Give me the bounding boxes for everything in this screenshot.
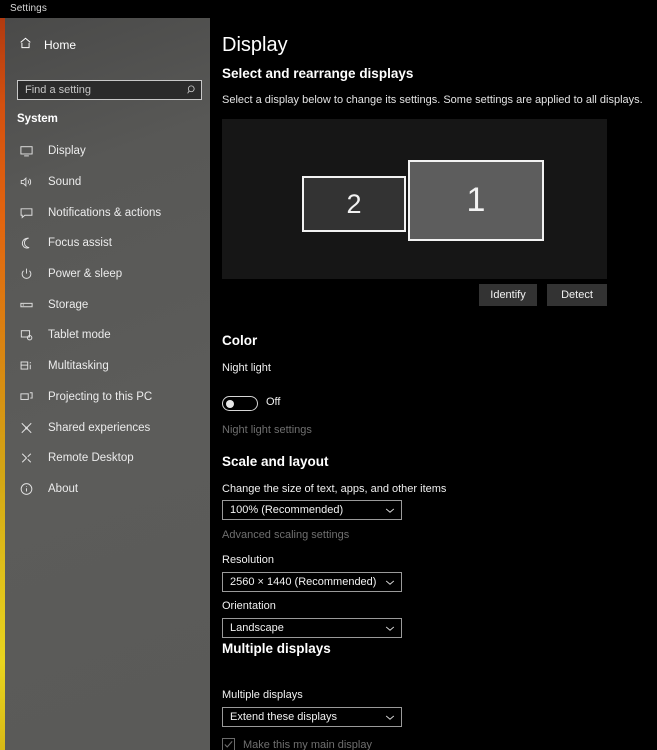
- night-light-label: Night light: [222, 362, 271, 374]
- power-icon: [18, 266, 35, 282]
- sidebar-item-home-label: Home: [44, 38, 77, 52]
- settings-window: Settings Home System: [0, 0, 657, 750]
- sidebar-nav: Display Sound Notifications & actions Fo…: [5, 136, 210, 504]
- search-icon[interactable]: [183, 84, 201, 96]
- night-light-toggle[interactable]: [222, 396, 258, 411]
- sidebar-item-shared-experiences[interactable]: Shared experiences: [5, 412, 210, 443]
- sidebar-item-shared-experiences-label: Shared experiences: [48, 421, 151, 434]
- sidebar-item-sound[interactable]: Sound: [5, 167, 210, 198]
- orientation-dropdown[interactable]: Landscape: [222, 618, 402, 638]
- sidebar-item-focus-assist[interactable]: Focus assist: [5, 228, 210, 259]
- resolution-dropdown-value: 2560 × 1440 (Recommended): [230, 576, 377, 588]
- home-icon: [18, 36, 33, 55]
- sidebar-item-power-sleep[interactable]: Power & sleep: [5, 259, 210, 290]
- sidebar-item-multitasking[interactable]: Multitasking: [5, 351, 210, 382]
- scale-label: Change the size of text, apps, and other…: [222, 483, 447, 495]
- sidebar-item-storage[interactable]: Storage: [5, 289, 210, 320]
- title-bar: Settings: [0, 0, 657, 18]
- identify-button[interactable]: Identify: [479, 284, 537, 306]
- sidebar-item-projecting[interactable]: Projecting to this PC: [5, 382, 210, 413]
- main-display-checkbox-row[interactable]: Make this my main display: [222, 738, 372, 750]
- drive-icon: [18, 297, 35, 313]
- sidebar-item-multitasking-label: Multitasking: [48, 360, 109, 373]
- shared-icon: [18, 420, 35, 436]
- section-heading-multiple-displays: Multiple displays: [222, 641, 331, 656]
- monitor-icon: [18, 143, 35, 159]
- main-display-checkbox[interactable]: [222, 738, 235, 750]
- projecting-icon: [18, 389, 35, 405]
- multiple-displays-dropdown[interactable]: Extend these displays: [222, 707, 402, 727]
- sidebar-item-remote-desktop[interactable]: Remote Desktop: [5, 443, 210, 474]
- main-display-checkbox-label: Make this my main display: [243, 738, 372, 750]
- search-box[interactable]: [17, 80, 202, 100]
- monitor-preview-1-number: 1: [466, 181, 486, 219]
- night-light-settings-link[interactable]: Night light settings: [222, 424, 312, 436]
- sidebar-item-power-sleep-label: Power & sleep: [48, 268, 123, 281]
- sidebar-item-about[interactable]: About: [5, 474, 210, 505]
- section-heading-arrange: Select and rearrange displays: [222, 66, 414, 81]
- sidebar-item-display-label: Display: [48, 145, 86, 158]
- advanced-scaling-settings-link[interactable]: Advanced scaling settings: [222, 529, 349, 541]
- night-light-state: Off: [266, 396, 281, 408]
- display-arrangement-canvas[interactable]: 2 1: [222, 119, 607, 279]
- multiple-displays-label: Multiple displays: [222, 689, 303, 701]
- chevron-down-icon: [379, 507, 401, 514]
- monitor-preview-2-number: 2: [346, 188, 362, 219]
- sidebar-item-tablet-mode-label: Tablet mode: [48, 329, 111, 342]
- info-icon: [18, 481, 35, 497]
- sidebar-item-display[interactable]: Display: [5, 136, 210, 167]
- sidebar-item-about-label: About: [48, 482, 79, 495]
- multitasking-icon: [18, 358, 35, 374]
- chevron-down-icon: [379, 625, 401, 632]
- detect-button[interactable]: Detect: [547, 284, 607, 306]
- sidebar-item-projecting-label: Projecting to this PC: [48, 390, 153, 403]
- section-heading-color: Color: [222, 333, 258, 348]
- orientation-label: Orientation: [222, 600, 276, 612]
- window-title: Settings: [10, 3, 47, 14]
- chevron-down-icon: [379, 579, 401, 586]
- sidebar-item-remote-desktop-label: Remote Desktop: [48, 452, 134, 465]
- sidebar-item-sound-label: Sound: [48, 176, 82, 189]
- arrange-description: Select a display below to change its set…: [222, 94, 643, 106]
- sidebar-item-focus-assist-label: Focus assist: [48, 237, 112, 250]
- speaker-icon: [18, 174, 35, 190]
- resolution-dropdown[interactable]: 2560 × 1440 (Recommended): [222, 572, 402, 592]
- sidebar-item-notifications[interactable]: Notifications & actions: [5, 197, 210, 228]
- monitor-preview-2[interactable]: 2: [302, 176, 406, 232]
- monitor-preview-1[interactable]: 1: [408, 160, 544, 241]
- scale-dropdown[interactable]: 100% (Recommended): [222, 500, 402, 520]
- search-input[interactable]: [18, 81, 183, 99]
- night-light-toggle-knob: [226, 400, 234, 408]
- resolution-label: Resolution: [222, 554, 274, 566]
- remote-desktop-icon: [18, 450, 35, 466]
- page-title: Display: [222, 34, 288, 56]
- orientation-dropdown-value: Landscape: [230, 622, 284, 634]
- sidebar-item-storage-label: Storage: [48, 298, 89, 311]
- sidebar-item-home[interactable]: Home: [12, 32, 202, 58]
- section-heading-scale-layout: Scale and layout: [222, 454, 329, 469]
- chat-bubble-icon: [18, 205, 35, 221]
- main-content: Display Select and rearrange displays Se…: [210, 18, 657, 750]
- sidebar-item-tablet-mode[interactable]: Tablet mode: [5, 320, 210, 351]
- multiple-displays-dropdown-value: Extend these displays: [230, 711, 338, 723]
- scale-dropdown-value: 100% (Recommended): [230, 504, 344, 516]
- sidebar: Home System Display: [5, 18, 210, 750]
- tablet-icon: [18, 327, 35, 343]
- sidebar-group-title: System: [17, 113, 58, 125]
- chevron-down-icon: [379, 714, 401, 721]
- sidebar-item-notifications-label: Notifications & actions: [48, 206, 162, 219]
- moon-icon: [18, 235, 35, 251]
